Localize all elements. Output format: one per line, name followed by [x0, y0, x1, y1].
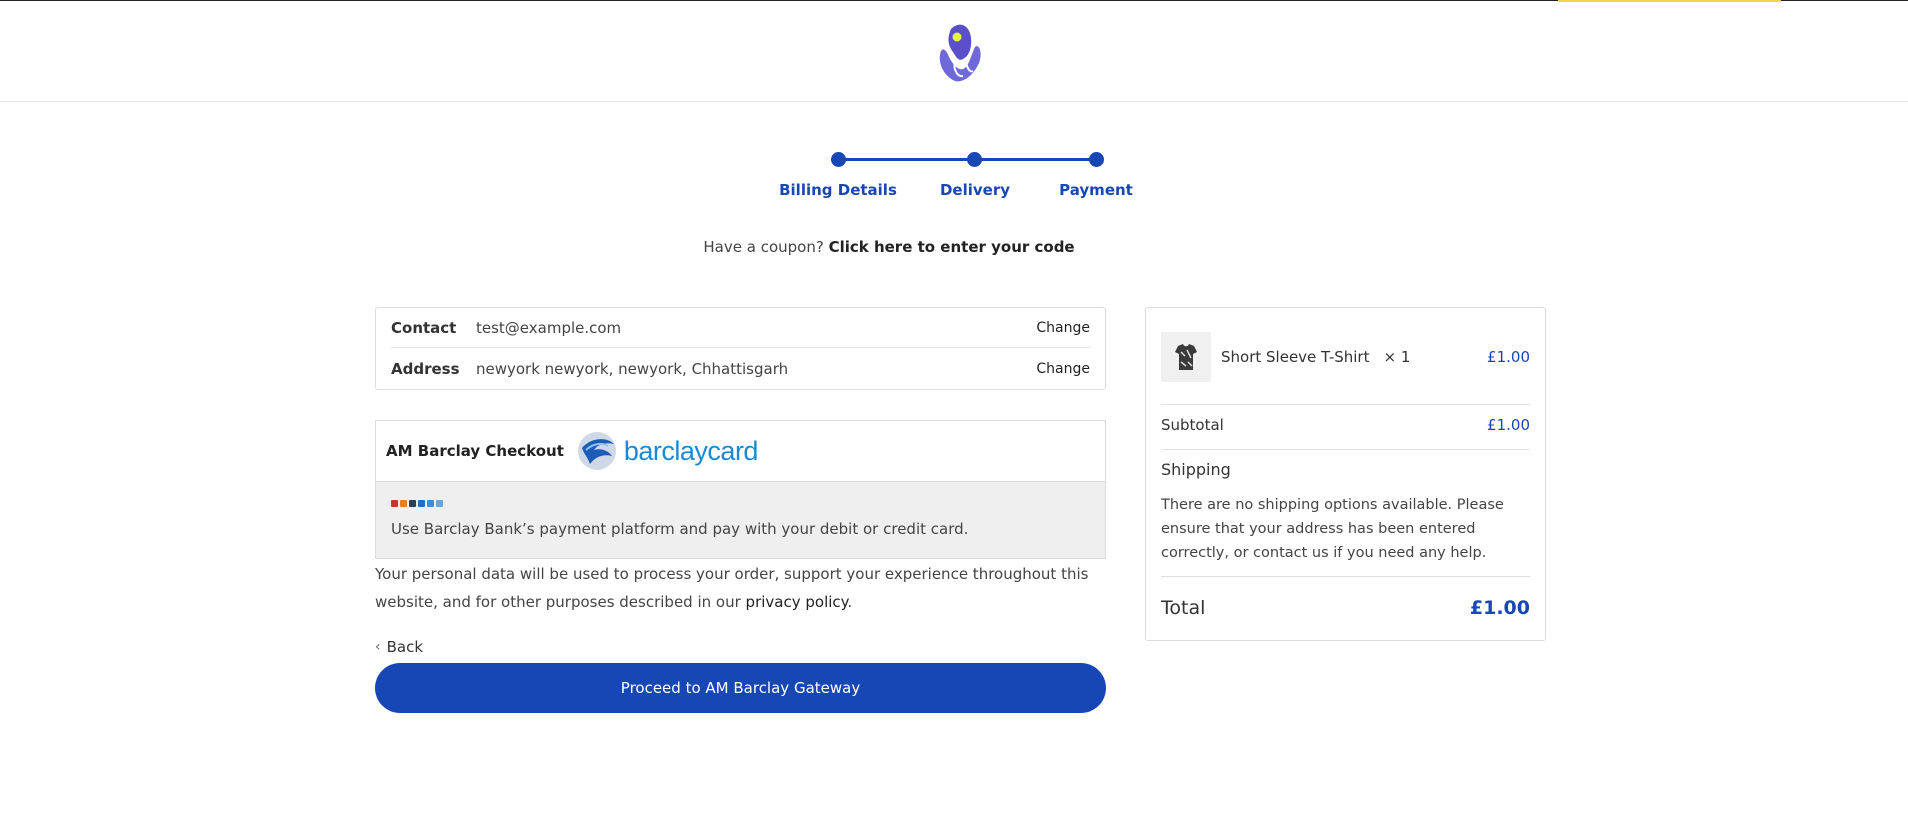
card-icon	[427, 500, 434, 507]
divider	[1161, 404, 1530, 405]
address-value: newyork newyork, newyork, Chhattisgarh	[476, 360, 789, 378]
barclaycard-logo: barclaycard	[576, 430, 758, 472]
contact-row: Contact test@example.com Change	[391, 308, 1090, 348]
change-contact-link[interactable]: Change	[1036, 320, 1090, 336]
payment-method-header[interactable]: AM Barclay Checkout barclaycard	[376, 421, 1105, 481]
change-address-link[interactable]: Change	[1036, 361, 1090, 377]
site-logo[interactable]	[933, 21, 989, 83]
card-icon	[436, 500, 443, 507]
order-summary: Short Sleeve T-Shirt × 1 £1.00 Subtotal …	[1145, 307, 1546, 641]
step-dot-delivery	[967, 152, 982, 167]
card-icon	[418, 500, 425, 507]
coupon-link[interactable]: Click here to enter your code	[829, 238, 1075, 256]
step-dot-payment	[1089, 152, 1104, 167]
shipping-label: Shipping	[1161, 460, 1231, 479]
privacy-notice: Your personal data will be used to proce…	[375, 560, 1115, 616]
step-payment[interactable]: Payment	[1059, 181, 1133, 199]
barclaycard-eagle-icon	[577, 432, 616, 470]
back-label: Back	[386, 638, 424, 656]
subtotal-label: Subtotal	[1161, 416, 1224, 434]
tshirt-icon	[1175, 344, 1197, 370]
order-item: Short Sleeve T-Shirt × 1 £1.00	[1161, 332, 1530, 382]
contact-label: Contact	[391, 318, 457, 337]
shipping-message: There are no shipping options available.…	[1161, 497, 1504, 561]
site-header	[0, 1, 1908, 102]
total-value: £1.00	[1469, 597, 1530, 619]
step-delivery[interactable]: Delivery	[940, 181, 1010, 199]
payment-method-details: Use Barclay Bank’s payment platform and …	[376, 481, 1105, 558]
step-connector	[974, 158, 1096, 161]
payment-method-description: Use Barclay Bank’s payment platform and …	[391, 520, 969, 538]
chevron-left-icon: ‹	[375, 639, 381, 655]
total-label: Total	[1161, 597, 1206, 619]
divider	[1161, 449, 1530, 450]
total-row: Total £1.00	[1161, 597, 1530, 619]
contact-value: test@example.com	[476, 318, 622, 337]
checkout-steps: Billing Details Delivery Payment	[779, 145, 1150, 205]
coupon-prompt: Have a coupon?	[703, 238, 824, 256]
subtotal-row: Subtotal £1.00	[1161, 416, 1530, 434]
proceed-to-gateway-button[interactable]: Proceed to AM Barclay Gateway	[375, 663, 1106, 713]
address-label: Address	[391, 360, 460, 378]
back-link[interactable]: ‹ Back	[375, 638, 423, 656]
step-dot-billing	[831, 152, 846, 167]
privacy-policy-link[interactable]: privacy policy	[746, 593, 848, 611]
item-name: Short Sleeve T-Shirt	[1221, 348, 1370, 366]
coupon-notice: Have a coupon? Click here to enter your …	[0, 238, 1778, 256]
payment-method-title: AM Barclay Checkout	[386, 442, 564, 460]
product-thumbnail	[1161, 332, 1211, 382]
card-icon	[400, 500, 407, 507]
privacy-text: Your personal data will be used to proce…	[375, 565, 1089, 611]
card-icon	[391, 500, 398, 507]
step-billing-details[interactable]: Billing Details	[779, 181, 897, 199]
customer-info-box: Contact test@example.com Change Address …	[375, 307, 1106, 390]
card-icon	[409, 500, 416, 507]
divider	[1161, 576, 1530, 577]
privacy-end: .	[847, 593, 853, 611]
item-quantity: × 1	[1383, 348, 1411, 366]
accepted-cards-icons	[391, 498, 1090, 508]
item-price: £1.00	[1487, 348, 1530, 366]
payment-method-box[interactable]: AM Barclay Checkout barclaycard Use Barc…	[375, 420, 1106, 559]
subtotal-value: £1.00	[1487, 416, 1530, 434]
barclaycard-wordmark: barclaycard	[623, 435, 759, 466]
address-row: Address newyork newyork, newyork, Chhatt…	[391, 349, 1090, 389]
step-connector	[838, 158, 974, 161]
